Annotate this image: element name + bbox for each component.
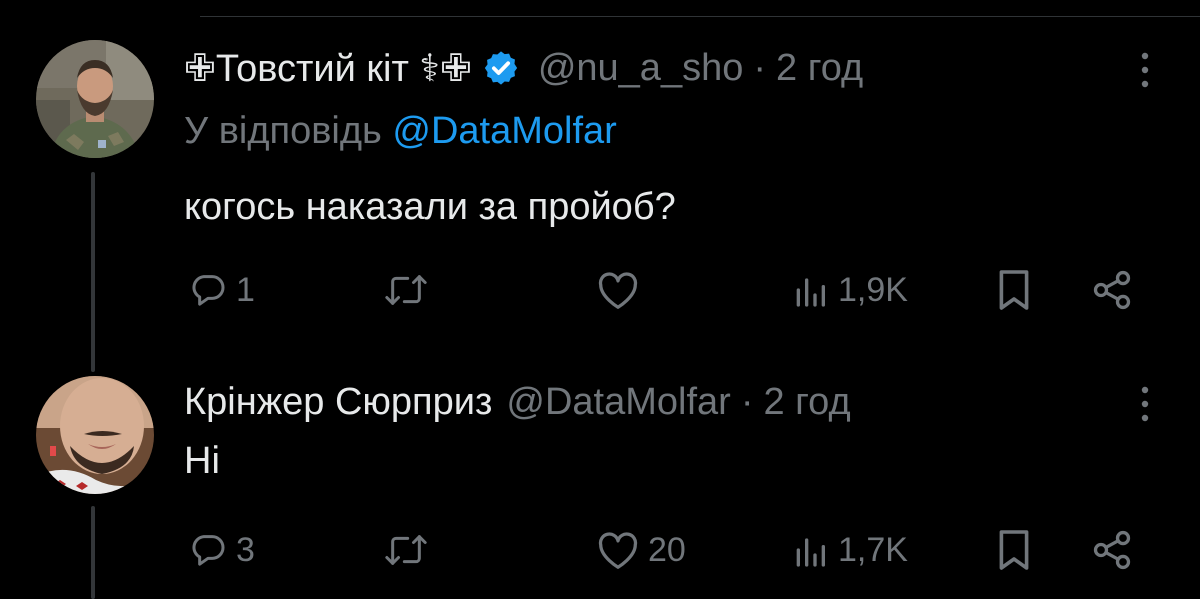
timestamp[interactable]: 2 год [776,47,863,90]
share-button[interactable] [1090,266,1134,314]
separator-dot: · [753,46,766,89]
reply-button[interactable]: 1 [188,266,255,314]
reply-icon [188,530,228,570]
verified-badge-icon [482,49,520,87]
share-icon [1090,528,1134,572]
like-button[interactable]: 20 [596,526,686,574]
share-icon [1090,268,1134,312]
repost-button[interactable] [384,526,436,574]
bookmark-icon [996,268,1032,312]
repost-icon [384,530,428,570]
divider [200,16,1200,17]
reply-context: У відповідь @DataMolfar [184,110,617,153]
user-handle[interactable]: @nu_a_sho [538,47,744,90]
like-icon [596,270,640,310]
reply-count: 3 [236,530,255,569]
avatar[interactable] [36,40,154,158]
timestamp[interactable]: 2 год [763,381,850,424]
reply-count: 1 [236,270,255,309]
views-count: 1,9K [838,270,908,309]
user-handle[interactable]: @DataMolfar [506,381,730,424]
tweet-header: ✙Товстий кіт ⚕✙ @nu_a_sho · 2 год [184,46,863,90]
views-icon [790,270,830,310]
more-icon[interactable] [1140,50,1150,90]
tweet-header: Крінжер Сюрприз @DataMolfar · 2 год [184,380,851,424]
display-name[interactable]: Крінжер Сюрприз [184,381,492,424]
like-icon [596,530,640,570]
thread-view: ✙Товстий кіт ⚕✙ @nu_a_sho · 2 год У відп… [0,0,1200,599]
views-button[interactable]: 1,7K [790,526,908,574]
tweet-text: когось наказали за пройоб? [184,186,676,228]
bookmark-button[interactable] [996,526,1032,574]
repost-button[interactable] [384,266,436,314]
tweet-actions: 3 20 1,7K [184,526,1144,574]
views-count: 1,7K [838,530,908,569]
thread-connector-line [91,506,95,599]
like-button[interactable] [596,266,648,314]
reply-button[interactable]: 3 [188,526,255,574]
repost-icon [384,270,428,310]
display-name[interactable]: ✙Товстий кіт ⚕✙ [184,46,472,91]
tweet-text: Ні [184,440,220,482]
reply-prefix: У відповідь [184,110,393,152]
like-count: 20 [648,530,686,569]
tweet-actions: 1 1,9K [184,266,1144,314]
avatar[interactable] [36,376,154,494]
bookmark-button[interactable] [996,266,1032,314]
reply-mention-link[interactable]: @DataMolfar [392,110,616,152]
more-icon[interactable] [1140,384,1150,424]
views-icon [790,530,830,570]
views-button[interactable]: 1,9K [790,266,908,314]
bookmark-icon [996,528,1032,572]
thread-connector-line [91,172,95,372]
share-button[interactable] [1090,526,1134,574]
separator-dot: · [740,380,754,423]
reply-icon [188,270,228,310]
